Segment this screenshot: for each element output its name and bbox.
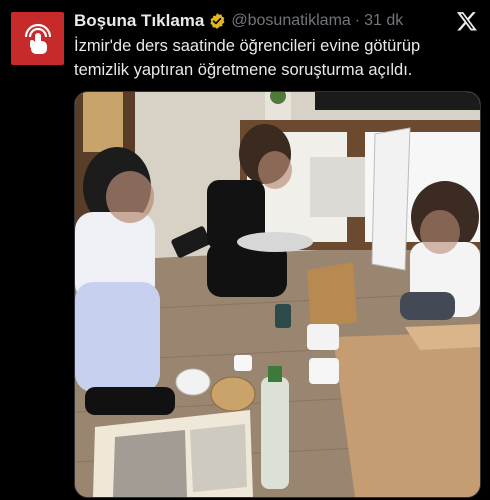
user-handle[interactable]: @bosunatiklama <box>231 12 350 30</box>
tweet-text: İzmir'de ders saatinde öğrencileri evine… <box>74 34 474 82</box>
display-name[interactable]: Boşuna Tıklama <box>74 11 204 31</box>
timestamp[interactable]: 31 dk <box>364 12 403 30</box>
verified-badge-icon <box>208 12 226 30</box>
tweet-media-photo[interactable] <box>74 91 481 498</box>
tweet-text-line: İzmir'de ders saatinde öğrencileri evine… <box>74 37 421 55</box>
separator-dot: · <box>354 12 361 29</box>
tweet-text-line: temizlik yaptıran öğretmene soruşturma a… <box>74 61 413 79</box>
tweet: Boşuna Tıklama @bosunatiklama · 31 dk İz… <box>0 0 490 500</box>
hand-tap-logo-icon <box>24 23 51 54</box>
profile-avatar[interactable] <box>11 12 64 65</box>
tweet-header: Boşuna Tıklama @bosunatiklama · 31 dk <box>74 10 446 32</box>
x-logo-icon[interactable] <box>456 10 478 32</box>
